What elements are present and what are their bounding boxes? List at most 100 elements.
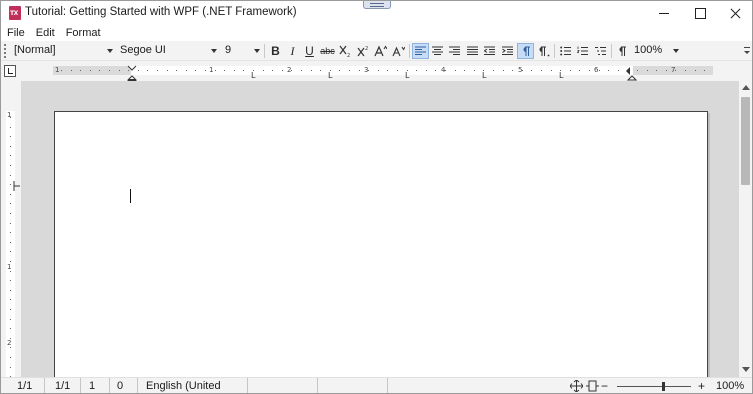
minimize-button[interactable] xyxy=(646,1,682,25)
ruler-tick xyxy=(685,70,686,71)
fit-width-icon[interactable] xyxy=(586,380,599,392)
ruler-tick xyxy=(234,70,235,71)
ruler-tick xyxy=(503,70,504,71)
formatting-marks-button[interactable] xyxy=(614,43,631,59)
align-center-button[interactable] xyxy=(429,43,446,59)
zoom-select[interactable]: 100% xyxy=(631,43,681,59)
chevron-down-icon xyxy=(673,49,679,53)
tab-type-selector-icon[interactable] xyxy=(4,65,16,77)
underline-button[interactable]: U xyxy=(301,43,318,59)
fit-page-icon[interactable] xyxy=(570,380,583,392)
shrink-font-button[interactable] xyxy=(390,43,407,59)
tab-stop-icon[interactable]: L xyxy=(405,71,409,80)
ruler-tick xyxy=(71,70,72,71)
title-drag-handle-icon[interactable] xyxy=(363,1,391,9)
toolbar-overflow-icon[interactable] xyxy=(744,47,750,57)
ruler-tick xyxy=(10,146,11,147)
ruler-tick xyxy=(157,70,158,71)
ruler-tick xyxy=(512,70,513,71)
toolbar-grip-icon[interactable] xyxy=(4,44,6,58)
increase-indent-button[interactable] xyxy=(499,43,516,59)
title-bar[interactable]: TX Tutorial: Getting Started with WPF (.… xyxy=(1,1,752,25)
document-page[interactable] xyxy=(54,111,708,379)
status-page: 1/1 xyxy=(11,378,45,393)
zoom-slider[interactable] xyxy=(617,386,691,387)
ruler-tick xyxy=(10,165,11,166)
maximize-button[interactable] xyxy=(682,1,718,25)
style-select-value: [Normal] xyxy=(14,44,56,56)
menu-format[interactable]: Format xyxy=(60,25,106,41)
superscript-icon: 2 xyxy=(357,46,368,57)
decrease-indent-button[interactable] xyxy=(481,43,498,59)
formatting-toolbar: [Normal] Segoe UI 9 B I U abc 2 2 100% xyxy=(1,41,752,61)
ruler-tick xyxy=(10,223,11,224)
menu-edit[interactable]: Edit xyxy=(30,25,60,41)
zoom-out-button[interactable]: − xyxy=(601,378,608,393)
ruler-tick xyxy=(147,70,148,71)
bullet-list-button[interactable] xyxy=(557,43,574,59)
close-button[interactable] xyxy=(717,1,752,25)
grow-font-button[interactable] xyxy=(372,43,389,59)
ruler-text-area xyxy=(53,66,713,75)
ruler-tick xyxy=(531,70,532,71)
zoom-slider-thumb[interactable] xyxy=(662,382,666,391)
horizontal-ruler[interactable]: 1 1 2 3 4 5 6 7 L L L L L xyxy=(21,63,713,81)
show-paragraph-marks-button[interactable] xyxy=(517,43,534,59)
top-margin-marker-icon[interactable] xyxy=(13,181,21,191)
ruler-number: 4 xyxy=(441,66,446,74)
status-section: 1/1 xyxy=(49,378,81,393)
align-center-icon xyxy=(432,46,443,55)
ruler-tick xyxy=(397,70,398,71)
status-language: English (United States) xyxy=(140,378,248,393)
style-select[interactable]: [Normal] xyxy=(11,43,115,59)
multilevel-list-icon xyxy=(595,47,606,55)
tab-stop-icon[interactable]: L xyxy=(559,71,563,80)
tab-stop-icon[interactable]: L xyxy=(328,71,332,80)
status-column: 0 xyxy=(111,378,138,393)
strikethrough-icon: abc xyxy=(320,46,335,56)
ruler-tick xyxy=(176,70,177,71)
right-indent-marker-icon[interactable] xyxy=(625,65,637,81)
pilcrow-icon xyxy=(523,46,530,56)
vertical-scrollbar[interactable] xyxy=(739,81,752,379)
ruler-tick xyxy=(10,271,11,272)
left-indent-marker-icon[interactable] xyxy=(127,65,137,81)
scroll-thumb[interactable] xyxy=(741,97,750,185)
zoom-in-button[interactable]: + xyxy=(698,378,705,393)
justify-button[interactable] xyxy=(464,43,481,59)
ruler-tick xyxy=(416,70,417,71)
ruler-tick xyxy=(186,70,187,71)
superscript-button[interactable]: 2 xyxy=(355,43,372,59)
ruler-tick xyxy=(61,70,62,71)
italic-button[interactable]: I xyxy=(284,43,301,59)
scroll-down-icon[interactable] xyxy=(742,367,750,372)
align-right-button[interactable] xyxy=(446,43,463,59)
tab-stop-icon[interactable]: L xyxy=(251,71,255,80)
ruler-tick xyxy=(243,70,244,71)
ruler-tick xyxy=(138,70,139,71)
ruler-number: 3 xyxy=(364,66,369,74)
ruler-tick xyxy=(10,136,11,137)
numbered-list-button[interactable] xyxy=(574,43,591,59)
menu-file[interactable]: File xyxy=(1,25,30,41)
strikethrough-button[interactable]: abc xyxy=(319,43,336,59)
chevron-down-icon xyxy=(254,49,260,53)
document-workspace[interactable] xyxy=(21,81,739,379)
tab-stop-icon[interactable]: L xyxy=(482,71,486,80)
bold-button[interactable]: B xyxy=(267,43,284,59)
ruler-tick xyxy=(90,70,91,71)
align-left-button[interactable] xyxy=(412,43,429,59)
ruler-tick xyxy=(339,70,340,71)
paragraph-settings-button[interactable] xyxy=(535,43,552,59)
subscript-button[interactable]: 2 xyxy=(337,43,354,59)
font-size-select[interactable]: 9 xyxy=(222,43,262,59)
multilevel-list-button[interactable] xyxy=(592,43,609,59)
vertical-ruler[interactable]: 1 1 2 xyxy=(1,81,21,379)
font-family-select[interactable]: Segoe UI xyxy=(117,43,219,59)
ruler-tick xyxy=(704,70,705,71)
ruler-tick xyxy=(10,319,11,320)
font-size-value: 9 xyxy=(225,44,232,56)
status-zoom-value: 100% xyxy=(716,380,745,392)
scroll-up-icon[interactable] xyxy=(742,85,750,90)
ruler-tick xyxy=(656,70,657,71)
